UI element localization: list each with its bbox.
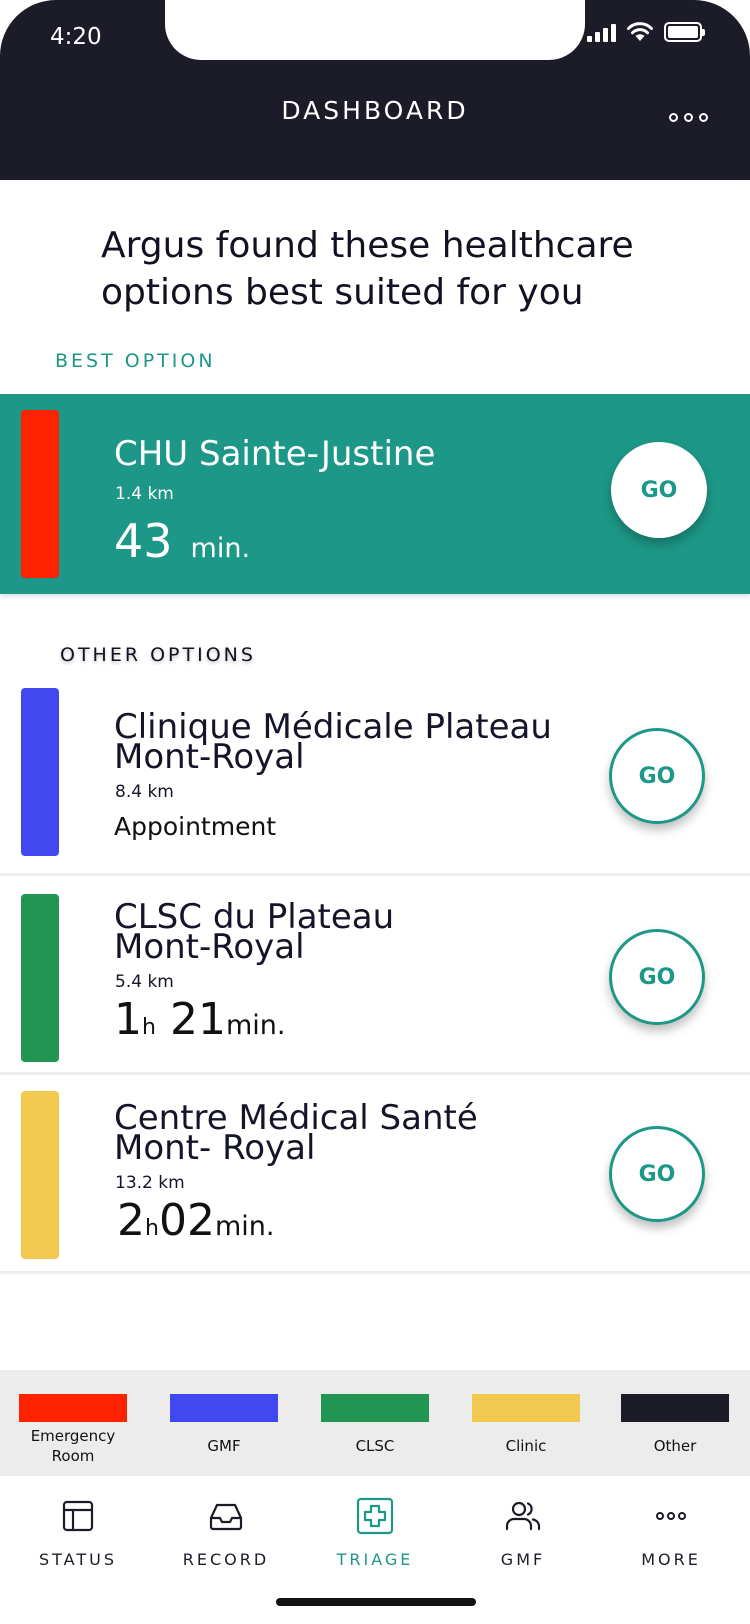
wait-time-value: 43 <box>114 514 173 568</box>
other-options-label: OTHER OPTIONS <box>60 644 256 666</box>
tab-label: RECORD <box>182 1550 270 1569</box>
category-color-bar <box>21 1091 59 1259</box>
facility-name: Clinique Médicale Plateau Mont-Royal <box>114 710 584 774</box>
battery-icon <box>664 22 705 42</box>
more-menu-icon[interactable] <box>669 113 708 122</box>
tab-gmf[interactable]: GMF <box>453 1496 593 1569</box>
tab-label: TRIAGE <box>336 1550 414 1569</box>
facility-distance: 1.4 km <box>115 484 174 504</box>
wait-time: 1 h 21 min. <box>114 994 285 1045</box>
facility-name: CHU Sainte-Justine <box>114 434 436 474</box>
intro-text: Argus found these healthcare options bes… <box>101 225 634 313</box>
medical-cross-icon <box>356 1497 394 1535</box>
wait-minutes: 21 <box>169 994 226 1045</box>
facility-name: CLSC du Plateau Mont-Royal <box>114 900 584 964</box>
legend-swatch <box>170 1394 278 1422</box>
layout-icon <box>62 1500 94 1532</box>
category-color-bar <box>21 894 59 1062</box>
legend-swatch <box>472 1394 580 1422</box>
tab-label: MORE <box>641 1550 701 1569</box>
home-indicator <box>276 1598 476 1606</box>
appointment-label: Appointment <box>114 812 277 841</box>
legend-label: Other <box>653 1437 697 1455</box>
status-time: 4:20 <box>50 24 102 50</box>
legend-swatch <box>621 1394 729 1422</box>
go-button[interactable]: GO <box>609 728 705 824</box>
category-color-bar <box>21 410 59 578</box>
go-button[interactable]: GO <box>609 929 705 1025</box>
tab-more[interactable]: MORE <box>601 1496 741 1569</box>
inbox-icon <box>209 1503 243 1531</box>
wait-minutes-unit: min. <box>214 1211 275 1242</box>
wait-time: 43 min. <box>114 514 250 568</box>
tab-triage[interactable]: TRIAGE <box>305 1496 445 1569</box>
more-dots-icon <box>656 1512 686 1520</box>
legend-item-other: Other <box>621 1394 729 1456</box>
tab-label: GMF <box>500 1550 546 1569</box>
tab-status[interactable]: STATUS <box>8 1496 148 1569</box>
wait-time-unit: min. <box>190 533 251 564</box>
legend-label: Clinic <box>505 1437 547 1455</box>
legend-item-emergency-room: Emergency Room <box>19 1394 127 1466</box>
go-button[interactable]: GO <box>611 442 707 538</box>
category-color-bar <box>21 688 59 856</box>
tab-label: STATUS <box>38 1550 118 1569</box>
legend-label: Emergency Room <box>30 1427 116 1465</box>
users-icon <box>505 1501 541 1531</box>
option-row[interactable]: Centre Médical Santé Mont- Royal 13.2 km… <box>0 1075 750 1274</box>
go-button[interactable]: GO <box>609 1126 705 1222</box>
cellular-signal-icon <box>587 22 616 42</box>
legend-item-gmf: GMF <box>170 1394 278 1456</box>
wifi-icon <box>627 22 653 41</box>
option-row[interactable]: CLSC du Plateau Mont-Royal 5.4 km 1 h 21… <box>0 876 750 1075</box>
best-option-card[interactable]: CHU Sainte-Justine 1.4 km 43 min. GO <box>0 394 750 594</box>
device-notch <box>165 0 585 60</box>
wait-minutes: 02 <box>158 1195 215 1246</box>
legend-swatch <box>19 1394 127 1422</box>
legend-item-clinic: Clinic <box>472 1394 580 1456</box>
page-title: DASHBOARD <box>281 96 469 125</box>
facility-distance: 5.4 km <box>115 972 174 992</box>
facility-name: Centre Médical Santé Mont- Royal <box>114 1101 584 1165</box>
option-row[interactable]: Clinique Médicale Plateau Mont-Royal 8.4… <box>0 676 750 876</box>
wait-hours-unit: h <box>142 1015 156 1040</box>
tab-record[interactable]: RECORD <box>156 1496 296 1569</box>
facility-distance: 13.2 km <box>115 1173 185 1193</box>
legend-item-clsc: CLSC <box>321 1394 429 1456</box>
wait-hours: 1 <box>114 994 142 1045</box>
facility-distance: 8.4 km <box>115 782 174 802</box>
category-legend: Emergency Room GMF CLSC Clinic Other <box>0 1370 750 1476</box>
status-icons <box>587 22 705 42</box>
wait-hours: 2 <box>117 1195 145 1246</box>
wait-hours-unit: h <box>145 1216 159 1241</box>
legend-label: GMF <box>207 1437 241 1455</box>
legend-swatch <box>321 1394 429 1422</box>
best-option-label: BEST OPTION <box>55 350 216 372</box>
legend-label: CLSC <box>355 1437 395 1455</box>
wait-minutes-unit: min. <box>225 1010 286 1041</box>
wait-time: 2 h 02 min. <box>117 1195 274 1246</box>
app-header: 4:20 DASHBOARD <box>0 0 750 180</box>
